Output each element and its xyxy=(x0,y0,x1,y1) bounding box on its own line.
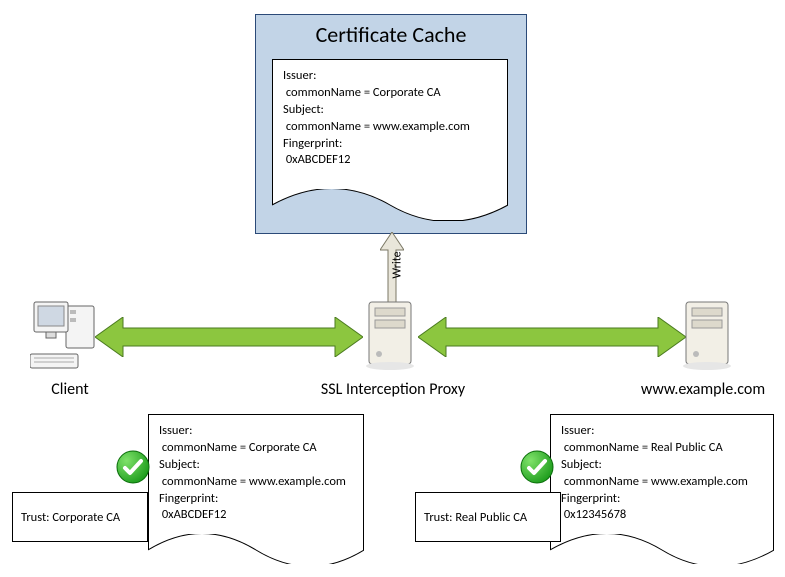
check-badge-icon xyxy=(520,450,554,484)
right-trust-box: Trust: Real Public CA xyxy=(415,492,561,542)
check-badge-icon xyxy=(116,450,150,484)
certificate-cache-box: Certificate Cache Issuer: commonName = C… xyxy=(255,14,527,234)
server-label: www.example.com xyxy=(618,380,785,399)
left-cert-doc: Issuer: commonName = Corporate CA Subjec… xyxy=(148,414,364,566)
cert-wave-icon xyxy=(272,189,508,221)
right-cert-doc: Issuer: commonName = Real Public CA Subj… xyxy=(550,414,774,566)
left-cert-text: Issuer: commonName = Corporate CA Subjec… xyxy=(159,423,346,524)
write-arrow-label: Write xyxy=(391,251,405,278)
cert-wave-icon xyxy=(148,534,364,566)
left-trust-box: Trust: Corporate CA xyxy=(12,492,148,542)
double-arrow-right-icon xyxy=(418,317,686,357)
cert-wave-icon xyxy=(550,534,774,566)
right-trust-text: Trust: Real Public CA xyxy=(424,510,527,525)
client-label: Client xyxy=(30,380,110,399)
cache-cert-text: Issuer: commonName = Corporate CA Subjec… xyxy=(283,68,470,169)
proxy-server-icon xyxy=(363,300,417,372)
client-computer-icon xyxy=(30,300,100,372)
certificate-cache-title: Certificate Cache xyxy=(256,15,526,50)
server-icon xyxy=(680,300,734,372)
proxy-label: SSL Interception Proxy xyxy=(308,380,478,399)
cache-cert-doc: Issuer: commonName = Corporate CA Subjec… xyxy=(272,59,508,221)
left-trust-text: Trust: Corporate CA xyxy=(21,510,120,525)
diagram-stage: Certificate Cache Issuer: commonName = C… xyxy=(0,0,785,577)
double-arrow-left-icon xyxy=(95,317,363,357)
right-cert-text: Issuer: commonName = Real Public CA Subj… xyxy=(561,423,748,524)
